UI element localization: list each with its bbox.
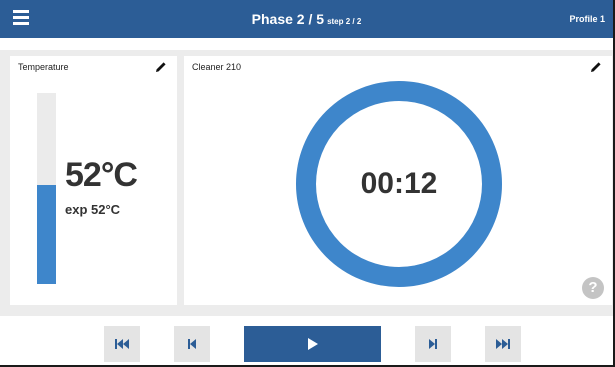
- phase-title: Phase 2 / 5 step 2 / 2: [0, 0, 613, 38]
- timer-value: 00:12: [360, 167, 438, 200]
- play-icon: [307, 338, 318, 350]
- step-forward-icon: [429, 339, 437, 349]
- phase-label: Phase 2 / 5: [251, 11, 325, 27]
- play-button[interactable]: [244, 326, 381, 362]
- temperature-gauge: [37, 93, 56, 284]
- timer-title: Cleaner 210: [192, 62, 242, 72]
- skip-to-start-button[interactable]: [104, 326, 140, 362]
- timer-panel: Cleaner 210 00:12 ?: [184, 56, 612, 305]
- temperature-expected: exp 52°C: [65, 202, 121, 217]
- menu-icon[interactable]: [13, 10, 29, 25]
- skip-to-end-icon: [496, 339, 510, 349]
- temperature-panel: Temperature 52°C exp 52°C: [10, 56, 177, 305]
- step-forward-button[interactable]: [415, 326, 451, 362]
- step-back-button[interactable]: [174, 326, 210, 362]
- content-area: Temperature 52°C exp 52°C Cleaner 210 00…: [0, 50, 613, 316]
- pencil-icon[interactable]: [590, 61, 602, 73]
- skip-to-end-button[interactable]: [485, 326, 521, 362]
- pencil-icon[interactable]: [155, 61, 167, 73]
- header-bar: Phase 2 / 5 step 2 / 2 Profile 1: [0, 0, 613, 38]
- step-label: step 2 / 2: [327, 17, 362, 26]
- temperature-title: Temperature: [18, 62, 69, 72]
- help-icon[interactable]: ?: [582, 277, 604, 299]
- temperature-gauge-fill: [37, 184, 56, 284]
- playback-controls: [0, 316, 613, 365]
- temperature-value: 52°C: [65, 156, 138, 194]
- skip-to-start-icon: [115, 339, 129, 349]
- profile-label[interactable]: Profile 1: [569, 0, 605, 38]
- step-back-icon: [188, 339, 196, 349]
- device-screen: Phase 2 / 5 step 2 / 2 Profile 1 Temperat…: [0, 0, 615, 367]
